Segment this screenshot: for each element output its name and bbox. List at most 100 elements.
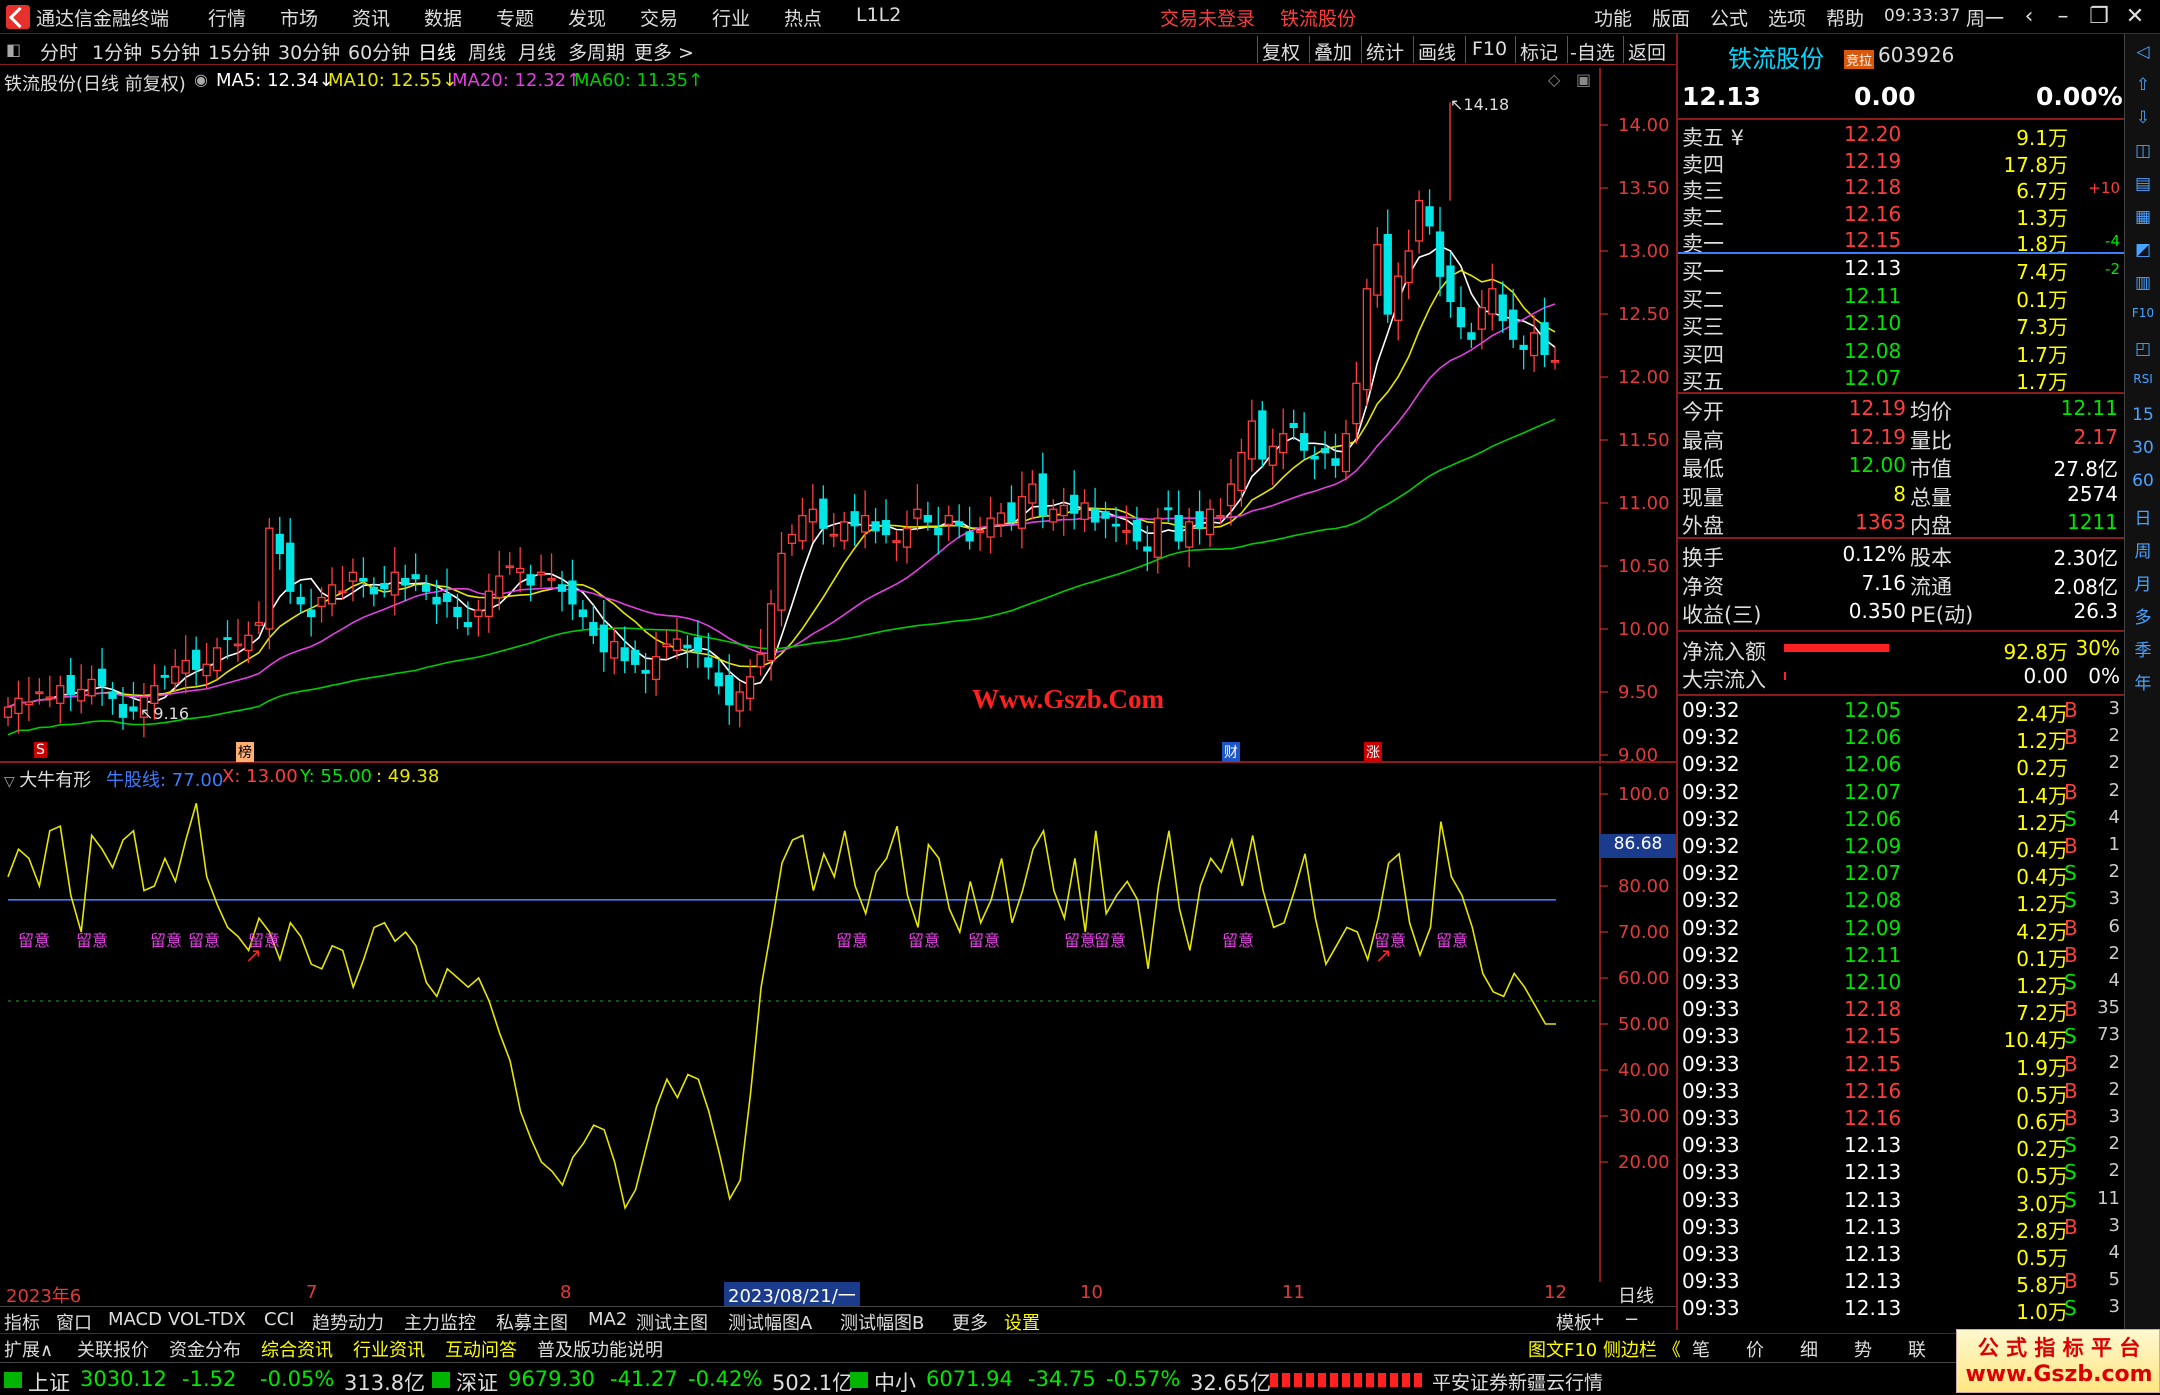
- indicator-tab-11[interactable]: 测试幅图B: [840, 1309, 924, 1335]
- detail-tab-1[interactable]: 价: [1746, 1336, 1764, 1362]
- tab-30min[interactable]: 30分钟: [278, 38, 340, 65]
- btn-tongji[interactable]: 统计: [1366, 38, 1404, 65]
- menu-bangzhu[interactable]: 帮助: [1826, 4, 1864, 31]
- btn-f10[interactable]: F10: [1472, 38, 1507, 60]
- sidebar-icon-15[interactable]: 周: [2128, 537, 2158, 562]
- menu-zixun[interactable]: 资讯: [352, 4, 390, 31]
- sidebar-icon-1[interactable]: ⇧: [2128, 75, 2158, 95]
- sidebar-icon-5[interactable]: ▦: [2128, 207, 2158, 227]
- detail-tab-4[interactable]: 联: [1908, 1336, 1926, 1362]
- indicator-tab-3[interactable]: VOL-TDX: [168, 1309, 246, 1330]
- btn-fuquan[interactable]: 复权: [1262, 38, 1300, 65]
- detail-tab-3[interactable]: 势: [1854, 1336, 1872, 1362]
- sidebar-icon-6[interactable]: ◩: [2128, 240, 2158, 260]
- tab-weekly[interactable]: 周线: [468, 38, 506, 65]
- tab-more[interactable]: 更多 >: [634, 38, 694, 65]
- sidebar-icon-18[interactable]: 季: [2128, 636, 2158, 661]
- panel-collapse-icon[interactable]: ◧: [6, 40, 21, 59]
- indicator-chart[interactable]: 100.0 80.00 70.00 60.00 50.00 40.00 30.00 20.00…: [0, 766, 1676, 1282]
- indicator-tab-2[interactable]: MACD: [108, 1309, 162, 1330]
- btn-zixuan[interactable]: -自选: [1570, 38, 1615, 65]
- indicator-tab-10[interactable]: 测试幅图A: [728, 1309, 812, 1335]
- close-icon[interactable]: ✕: [2120, 2, 2150, 32]
- sidebar-icon-11[interactable]: 15: [2128, 405, 2158, 425]
- tab-multi-period[interactable]: 多周期: [568, 38, 625, 65]
- login-status[interactable]: 交易未登录: [1160, 4, 1255, 31]
- bid-price[interactable]: 12.13: [1844, 256, 1901, 280]
- indicator-tab-4[interactable]: CCI: [264, 1309, 294, 1330]
- indicator-tab-9[interactable]: 测试主图: [636, 1309, 708, 1335]
- sidebar-icon-14[interactable]: 日: [2128, 504, 2158, 529]
- tabs-right-0[interactable]: 模板: [1556, 1309, 1592, 1335]
- menu-shichang[interactable]: 市场: [280, 4, 318, 31]
- menu-zhuanti[interactable]: 专题: [496, 4, 534, 31]
- info-tab-3[interactable]: 综合资讯: [261, 1336, 333, 1362]
- ask-price[interactable]: 12.15: [1844, 228, 1901, 252]
- ask-price[interactable]: 12.18: [1844, 175, 1901, 199]
- indicator-tab-12[interactable]: 更多: [952, 1309, 988, 1335]
- bid-price[interactable]: 12.11: [1844, 284, 1901, 308]
- sidebar-icon-10[interactable]: RSI: [2128, 372, 2158, 386]
- ask-price[interactable]: 12.20: [1844, 122, 1901, 146]
- tab-fenshi[interactable]: 分时: [40, 38, 78, 65]
- back-icon[interactable]: ‹: [2014, 2, 2044, 32]
- menu-gongshi[interactable]: 公式: [1710, 4, 1748, 31]
- sidebar-icon-19[interactable]: 年: [2128, 669, 2158, 694]
- ask-price[interactable]: 12.19: [1844, 149, 1901, 173]
- menu-hangye[interactable]: 行业: [712, 4, 750, 31]
- sidebar-icon-16[interactable]: 月: [2128, 570, 2158, 595]
- bid-price[interactable]: 12.10: [1844, 311, 1901, 335]
- info-tab-6[interactable]: 普及版功能说明: [537, 1336, 663, 1362]
- tabs-right-2[interactable]: −: [1624, 1309, 1639, 1330]
- sidebar-icon-13[interactable]: 60: [2128, 471, 2158, 491]
- detail-tab-0[interactable]: 笔: [1692, 1336, 1710, 1362]
- info-tab-5[interactable]: 互动问答: [445, 1336, 517, 1362]
- bid-price[interactable]: 12.07: [1844, 366, 1901, 390]
- tab-60min[interactable]: 60分钟: [348, 38, 410, 65]
- sidebar-icon-7[interactable]: ▥: [2128, 273, 2158, 293]
- menu-jiaoyi[interactable]: 交易: [640, 4, 678, 31]
- tabs-right-1[interactable]: +: [1590, 1309, 1605, 1330]
- candlestick-chart[interactable]: 14.00 13.50 13.00 12.50 12.00 11.50 11.00 10.50…: [0, 68, 1676, 764]
- tab-monthly[interactable]: 月线: [518, 38, 556, 65]
- menu-xuanxiang[interactable]: 选项: [1768, 4, 1806, 31]
- sidebar-icon-4[interactable]: ▤: [2128, 174, 2158, 194]
- btn-huaxian[interactable]: 画线: [1418, 38, 1456, 65]
- btn-fanhui[interactable]: 返回: [1628, 38, 1666, 65]
- indicator-tab-0[interactable]: 指标: [4, 1309, 40, 1335]
- restore-icon[interactable]: ❐: [2084, 2, 2114, 32]
- tab-15min[interactable]: 15分钟: [208, 38, 270, 65]
- info-tab-1[interactable]: 关联报价: [77, 1336, 149, 1362]
- indicator-tab-7[interactable]: 私募主图: [496, 1309, 568, 1335]
- info-tab-4[interactable]: 行业资讯: [353, 1336, 425, 1362]
- menu-shuju[interactable]: 数据: [424, 4, 462, 31]
- ask-price[interactable]: 12.16: [1844, 202, 1901, 226]
- detail-tab-2[interactable]: 细: [1800, 1336, 1818, 1362]
- sidebar-icon-8[interactable]: F10: [2128, 306, 2158, 320]
- sidebar-icon-0[interactable]: ◁: [2128, 42, 2158, 62]
- info-tab-0[interactable]: 扩展∧: [4, 1336, 53, 1362]
- marker-zhang[interactable]: 涨: [1364, 742, 1382, 762]
- indicator-tab-13[interactable]: 设置: [1004, 1309, 1040, 1335]
- sidebar-icon-12[interactable]: 30: [2128, 438, 2158, 458]
- menu-faxian[interactable]: 发现: [568, 4, 606, 31]
- menu-gongneng[interactable]: 功能: [1594, 4, 1632, 31]
- indicator-tab-5[interactable]: 趋势动力: [312, 1309, 384, 1335]
- btn-diejia[interactable]: 叠加: [1314, 38, 1352, 65]
- index-name-2[interactable]: 中小: [874, 1367, 916, 1395]
- index-name-1[interactable]: 深证: [456, 1367, 498, 1395]
- sidebar-toggle[interactable]: 图文F10 侧边栏 《: [1528, 1336, 1681, 1362]
- menu-l1l2[interactable]: L1L2: [856, 4, 901, 26]
- marker-bang[interactable]: 榜: [236, 742, 254, 762]
- sidebar-icon-3[interactable]: ◫: [2128, 141, 2158, 161]
- index-name-0[interactable]: 上证: [28, 1367, 70, 1395]
- menu-redian[interactable]: 热点: [784, 4, 822, 31]
- indicator-tab-6[interactable]: 主力监控: [404, 1309, 476, 1335]
- tab-1min[interactable]: 1分钟: [92, 38, 142, 65]
- tab-5min[interactable]: 5分钟: [150, 38, 200, 65]
- info-tab-2[interactable]: 资金分布: [169, 1336, 241, 1362]
- tab-daily[interactable]: 日线: [418, 38, 456, 65]
- minimize-icon[interactable]: –: [2048, 2, 2078, 32]
- indicator-tab-8[interactable]: MA2: [588, 1309, 627, 1330]
- indicator-tab-1[interactable]: 窗口: [56, 1309, 92, 1335]
